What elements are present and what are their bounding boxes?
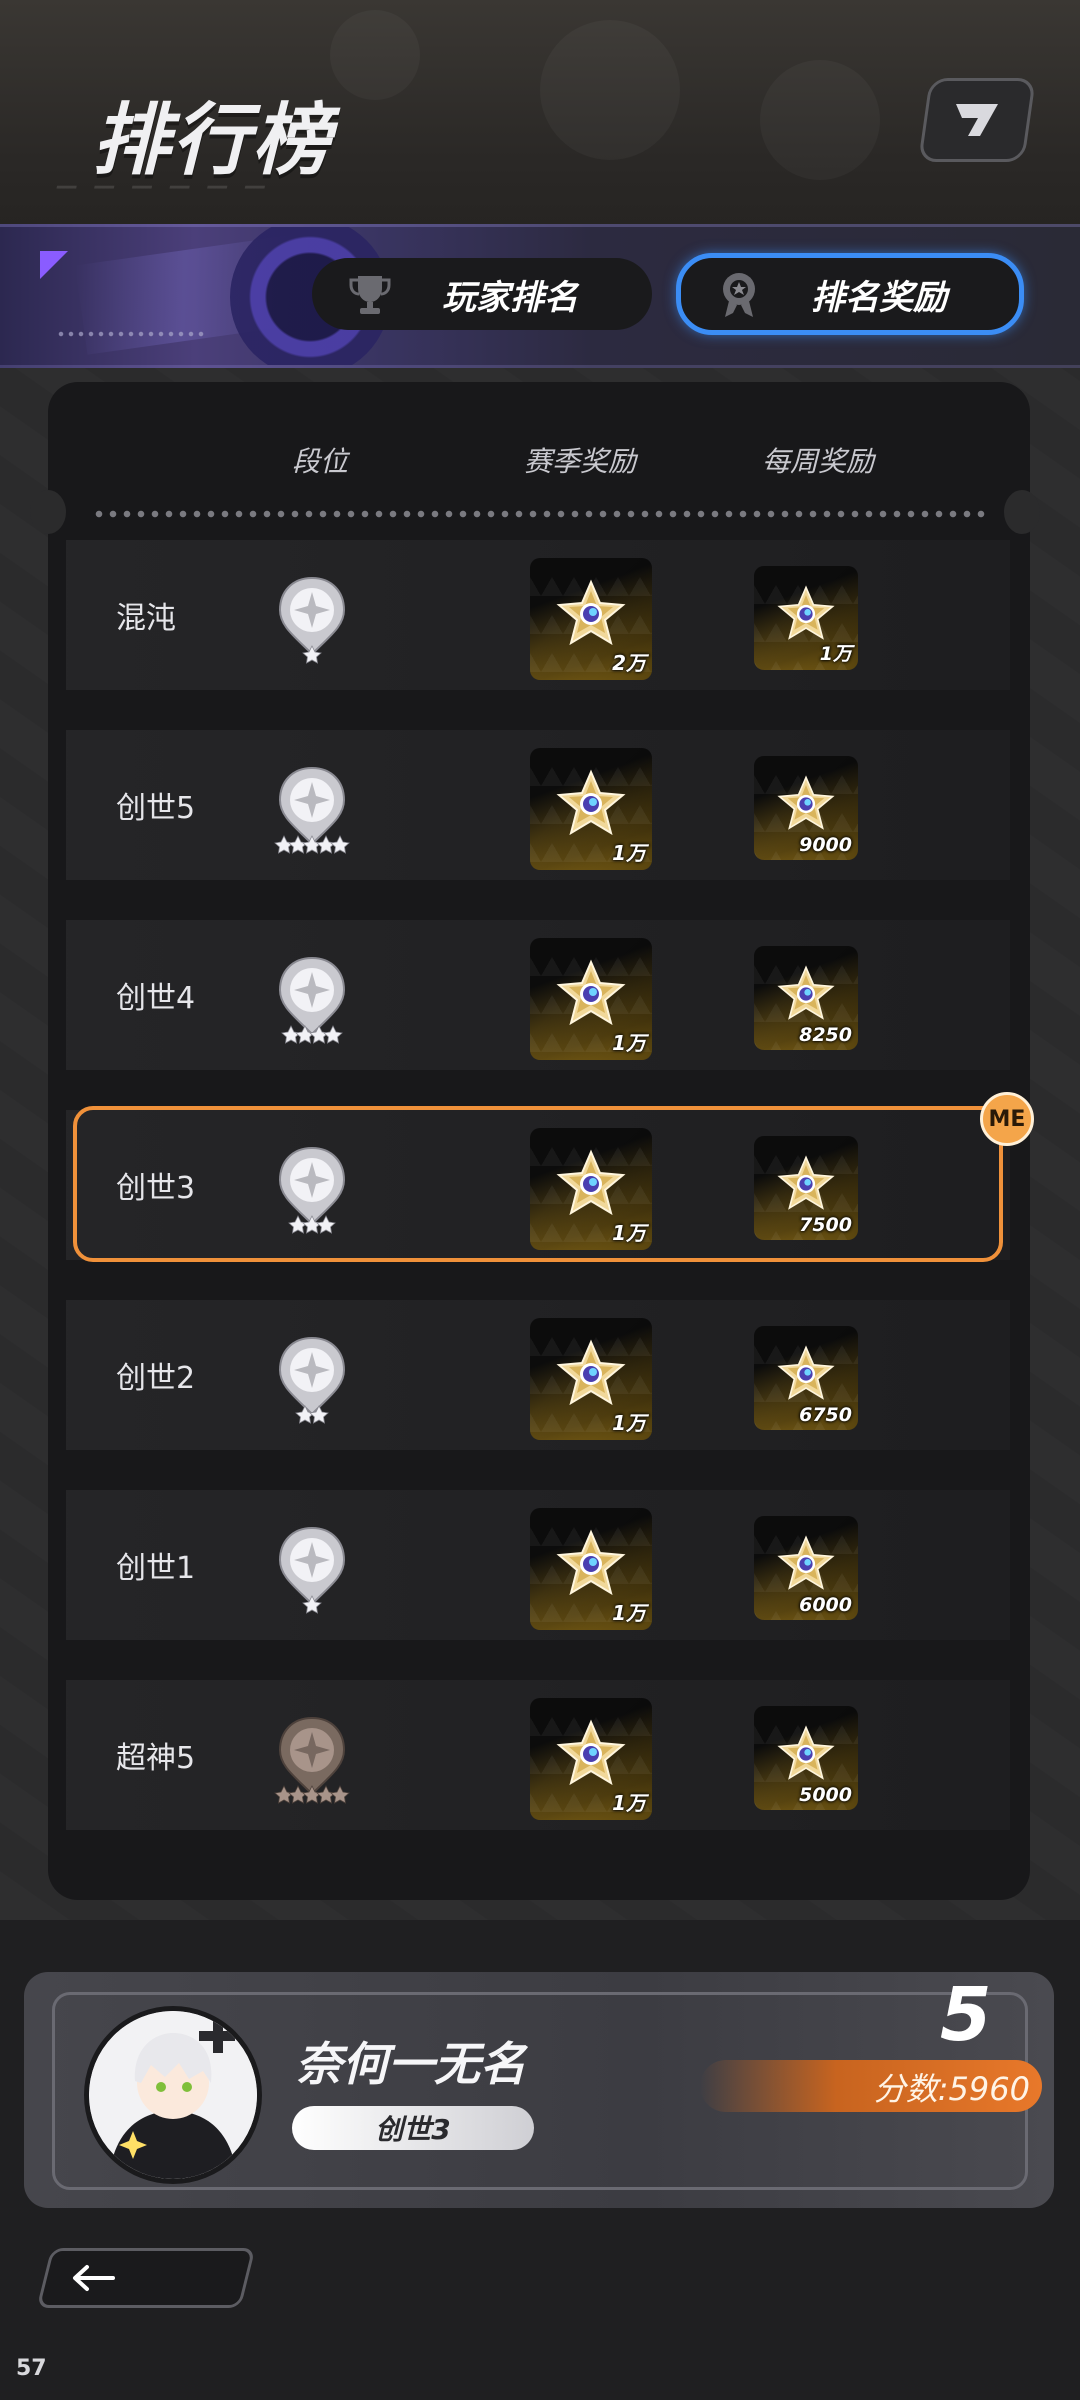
player-position: 5 [940,1972,992,2058]
table-row: 创世1 1万 6000 [66,1490,1010,1640]
table-row: 创世2 1万 6750 [66,1300,1010,1450]
reward-star-icon [556,1339,626,1406]
rank-name: 创世1 [116,1551,196,1586]
me-badge: ME [980,1092,1034,1146]
tab-label: 排名奖励 [811,277,947,318]
band-dots [56,331,206,337]
weekly-reward-item[interactable]: 1万 [754,566,858,670]
rank-name: 混沌 [116,601,176,636]
table-row: 超神5 1万 5000 [66,1680,1010,1830]
player-rank-pill: 创世3 [292,2106,534,2150]
divider [92,510,990,518]
fps-counter: 57 [16,2356,47,2381]
weekly-reward-item[interactable]: 8250 [754,946,858,1050]
weekly-reward-item[interactable]: 5000 [754,1706,858,1810]
reward-quantity: 6000 [799,1594,852,1616]
title-decoration: — — — — — — [56,174,271,199]
reward-quantity: 1万 [612,1601,646,1625]
reward-star-icon [556,959,626,1026]
avatar-character-icon [89,2011,257,2179]
tab-player-ranking[interactable]: 玩家排名 [312,258,652,330]
rank-badge-icon [278,576,346,664]
rank-badge-icon [278,956,346,1044]
column-header-season-reward: 赛季奖励 [524,445,637,478]
table-row: 混沌 2万 1万 [66,540,1010,690]
column-header-rank: 段位 [292,445,349,478]
panel-notch [30,490,66,534]
reward-quantity: 1万 [819,643,852,665]
table-row: 创世4 1万 8250 [66,920,1010,1070]
background-doodle [540,20,680,160]
arrow-left-icon [73,2265,115,2291]
background-doodle [330,10,420,100]
season-reward-item[interactable]: 1万 [530,1318,652,1440]
reward-star-icon [777,965,835,1020]
rank-badge-icon [274,766,350,854]
reward-quantity: 1万 [612,1791,646,1815]
rank-name: 创世4 [116,981,196,1016]
reward-quantity: 2万 [612,651,646,675]
rank-badge [272,1334,352,1424]
rank-badge [272,574,352,664]
season-reward-item[interactable]: 1万 [530,938,652,1060]
season-reward-item[interactable]: 1万 [530,748,652,870]
reward-quantity: 6750 [799,1404,852,1426]
rank-badge [272,1524,352,1614]
weekly-reward-item[interactable]: 6000 [754,1516,858,1620]
rank-badge-icon [278,1336,346,1424]
weekly-reward-item[interactable]: 9000 [754,756,858,860]
background-doodle [760,60,880,180]
player-score: 分数:5960 [873,2070,1030,2108]
reward-star-icon [777,1725,835,1780]
rank-badge [272,954,352,1044]
season-reward-item[interactable]: 1万 [530,1698,652,1820]
rank-badge [272,764,352,854]
reward-star-icon [777,775,835,830]
column-header-weekly-reward: 每周奖励 [762,445,875,478]
avatar[interactable] [84,2006,262,2184]
rank-badge-icon [278,1526,346,1614]
reward-star-icon [556,1529,626,1596]
panel-notch [1004,490,1040,534]
season-reward-item[interactable]: 1万 [530,1508,652,1630]
rank-badge-icon [274,1716,350,1804]
reward-quantity: 5000 [799,1784,852,1806]
reward-star-icon [777,585,835,640]
trophy-icon [338,272,402,316]
player-name: 奈何一无名 [296,2037,526,2091]
reward-star-icon [777,1345,835,1400]
season-reward-item[interactable]: 2万 [530,558,652,680]
medal-icon [707,269,771,319]
rank-name: 创世2 [116,1361,196,1396]
reward-quantity: 9000 [799,834,852,856]
tab-label: 玩家排名 [442,277,578,318]
rank-name: 超神5 [116,1741,196,1776]
weekly-reward-item[interactable]: 6750 [754,1326,858,1430]
reward-quantity: 1万 [612,1031,646,1055]
back-button[interactable] [36,2248,256,2308]
reward-star-icon [556,579,626,646]
logo-mark-icon [956,104,998,136]
band-triangle-icon [40,251,68,279]
table-row: 创世5 1万 9000 [66,730,1010,880]
reward-quantity: 1万 [612,841,646,865]
me-highlight-frame [73,1106,1003,1262]
reward-quantity: 1万 [612,1411,646,1435]
rank-name: 创世5 [116,791,196,826]
reward-star-icon [556,769,626,836]
tab-rank-rewards[interactable]: 排名奖励 [676,253,1024,335]
reward-star-icon [556,1719,626,1786]
logo-mark-button[interactable] [918,78,1036,162]
reward-star-icon [777,1535,835,1590]
reward-quantity: 8250 [799,1024,852,1046]
rank-badge [272,1714,352,1804]
